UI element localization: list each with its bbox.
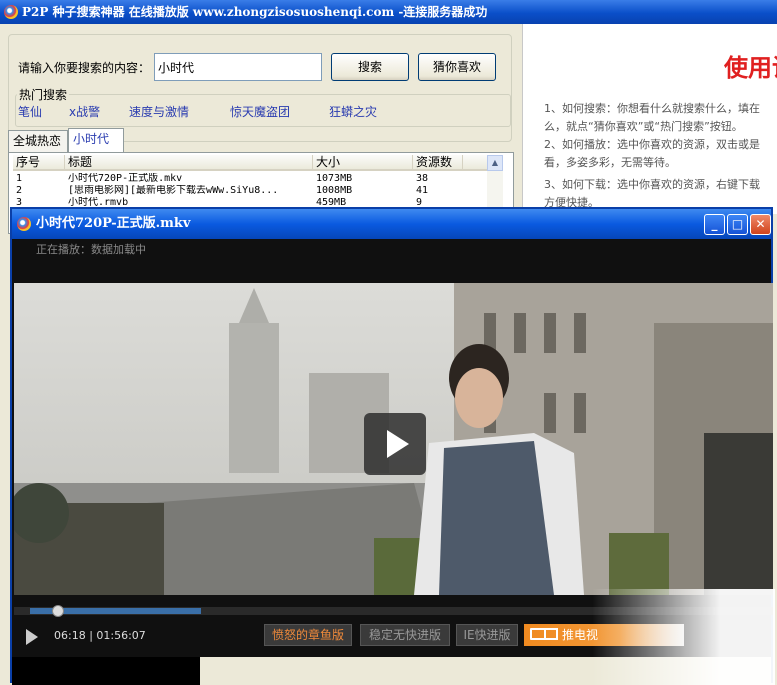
hot-search-label: 热门搜索 [17, 86, 70, 103]
guess-you-like-button[interactable]: 猜你喜欢 [418, 53, 496, 81]
tab-quancheng-relian[interactable]: 全城热恋 [8, 130, 68, 152]
play-overlay-button[interactable] [364, 413, 426, 475]
row-size: 1008MB [316, 185, 353, 196]
row-count: 38 [416, 173, 429, 184]
row-title: 小时代720P-正式版.mkv [68, 173, 183, 184]
column-header-no[interactable]: 序号 [13, 155, 65, 171]
close-icon[interactable]: ✕ [750, 214, 771, 235]
row-size: 1073MB [316, 173, 353, 184]
row-title: [思雨电影网][最新电影下载去wWw.SiYu8... [68, 185, 279, 196]
minimize-icon[interactable]: _ [704, 214, 725, 235]
player-logo-icon [17, 217, 31, 231]
hot-search-item[interactable]: x战警 [69, 103, 100, 120]
maximize-icon[interactable]: □ [727, 214, 748, 235]
stable-no-seek-version-button[interactable]: 稳定无快进版 [360, 624, 450, 646]
search-button[interactable]: 搜索 [331, 53, 409, 81]
video-area[interactable] [14, 283, 773, 595]
help-title: 使用说 [724, 54, 777, 82]
scroll-up-arrow-icon[interactable]: ▲ [487, 155, 503, 171]
time-display: 06:18 | 01:56:07 [54, 629, 146, 642]
help-line: 看，多姿多彩，无需等待。 [544, 156, 676, 169]
search-prompt-label: 请输入你要搜索的内容： [18, 61, 151, 75]
search-panel: 请输入你要搜索的内容： 搜索 猜你喜欢 热门搜索 笔仙 x战警 速度与激情 惊天… [0, 24, 522, 234]
help-line: 么，就点“猜你喜欢”或“热门搜索”按钮。 [544, 120, 743, 133]
player-title: 小时代720P-正式版.mkv [36, 216, 191, 231]
background-window-strip [200, 657, 771, 685]
main-title-bar: P2P 种子搜索神器 在线播放版 www.zhongzisosuoshenqi.… [0, 0, 777, 24]
hot-search-item[interactable]: 惊天魔盗团 [230, 103, 290, 120]
player-title-bar[interactable]: 小时代720P-正式版.mkv _ □ ✕ [12, 209, 771, 239]
playback-status: 正在播放：数据加载中 [36, 243, 146, 256]
search-group: 请输入你要搜索的内容： 搜索 猜你喜欢 热门搜索 笔仙 x战警 速度与激情 惊天… [8, 34, 512, 142]
ie-seek-version-button[interactable]: IE快进版 [456, 624, 518, 646]
hot-search-item[interactable]: 速度与激情 [129, 103, 189, 120]
table-row[interactable]: 1 小时代720P-正式版.mkv 1073MB 38 [13, 173, 487, 185]
search-input[interactable] [154, 53, 322, 81]
column-header-title[interactable]: 标题 [65, 155, 313, 171]
column-header-size[interactable]: 大小 [313, 155, 413, 171]
help-line: 3、如何下载：选中你喜欢的资源，右键下载 [544, 178, 760, 191]
angry-octopus-version-button[interactable]: 愤怒的章鱼版 [264, 624, 352, 646]
seek-bar[interactable] [14, 605, 773, 617]
help-line: 2、如何播放：选中你喜欢的资源，双击或是 [544, 138, 760, 151]
hot-search-item[interactable]: 笔仙 [18, 103, 42, 120]
row-no: 2 [16, 185, 23, 196]
help-panel: 使用说 1、如何搜索：你想看什么就搜索什么，填在 么，就点“猜你喜欢”或“热门搜… [522, 24, 777, 214]
row-count: 41 [416, 185, 429, 196]
tab-xiaoshidai[interactable]: 小时代 [68, 128, 124, 152]
player-window: 小时代720P-正式版.mkv _ □ ✕ 正在播放：数据加载中 06:18 |… [10, 207, 775, 685]
column-header-count[interactable]: 资源数 [413, 155, 463, 171]
list-header: 序号 标题 大小 资源数 [13, 155, 487, 171]
main-window-title: P2P 种子搜索神器 在线播放版 www.zhongzisosuoshenqi.… [22, 5, 488, 19]
hot-search-item[interactable]: 狂蟒之灾 [329, 103, 377, 120]
app-logo-icon [4, 5, 18, 19]
play-icon[interactable] [26, 629, 38, 645]
row-no: 1 [16, 173, 23, 184]
help-line: 1、如何搜索：你想看什么就搜索什么，填在 [544, 102, 760, 115]
monitor-icon [544, 628, 558, 640]
table-row[interactable]: 2 [思雨电影网][最新电影下载去wWw.SiYu8... 1008MB 41 [13, 185, 487, 197]
seek-handle[interactable] [52, 605, 64, 617]
